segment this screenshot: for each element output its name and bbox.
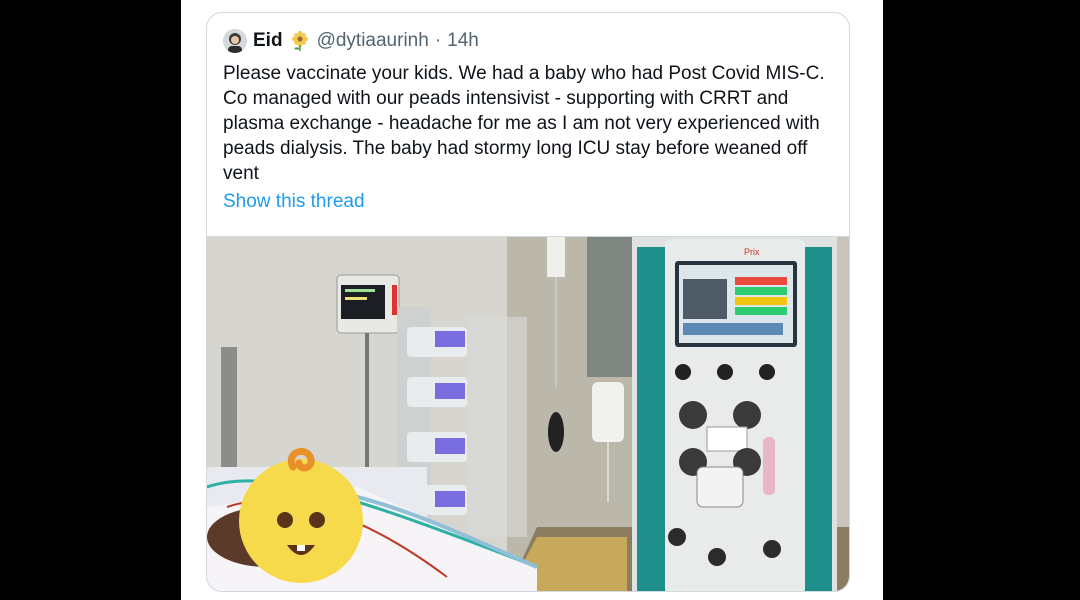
tweet-header: Eid @dytiaaurinh · 14h [223, 27, 479, 55]
tweet-timestamp[interactable]: 14h [447, 30, 479, 52]
icu-photo-illustration: Prix [207, 237, 849, 591]
tweet-text-line: peads dialysis. The baby had stormy long… [223, 138, 808, 159]
sunflower-icon [289, 30, 311, 52]
timeline-column: Eid @dytiaaurinh · 14h Please vaccinate … [181, 0, 883, 600]
machine-brand-label: Prix [744, 247, 760, 257]
user-handle[interactable]: @dytiaaurinh [317, 30, 429, 52]
tweet-text-line: Please vaccinate your kids. We had a bab… [223, 63, 825, 84]
tweet-media-photo[interactable]: Prix [207, 236, 849, 591]
tweet-text: Please vaccinate your kids. We had a bab… [223, 61, 833, 186]
tweet-text-line: plasma exchange - headache for me as I a… [223, 113, 820, 134]
avatar[interactable] [223, 29, 247, 53]
show-thread-link[interactable]: Show this thread [223, 191, 365, 213]
tweet-text-line: Co managed with our peads intensivist - … [223, 88, 789, 109]
tweet-text-line: vent [223, 163, 259, 184]
display-name[interactable]: Eid [253, 30, 283, 52]
quoted-tweet-card[interactable]: Eid @dytiaaurinh · 14h Please vaccinate … [206, 12, 850, 592]
separator-dot: · [434, 30, 442, 51]
